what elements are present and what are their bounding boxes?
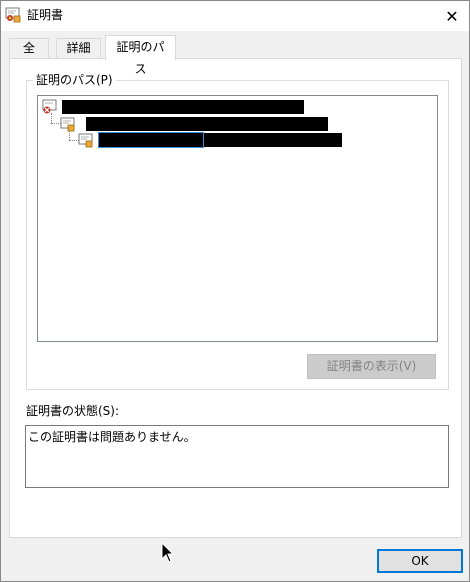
close-icon: ✕ — [445, 6, 459, 26]
tree-item-leaf[interactable] — [78, 132, 348, 148]
selection-highlight — [98, 132, 204, 148]
certificate-status-box[interactable]: この証明書は問題ありません。 — [25, 425, 449, 488]
window-title: 証明書 — [27, 8, 64, 22]
tab-certification-path[interactable]: 証明のパス — [105, 35, 176, 76]
certificate-dialog: 証明書 ✕ 全般 詳細 証明のパス 証明のパス(P) — [0, 0, 470, 582]
ok-button[interactable]: OK — [377, 549, 463, 573]
certificate-icon — [78, 132, 94, 148]
tab-general[interactable]: 全般 — [9, 38, 49, 74]
certificate-icon — [5, 7, 21, 23]
close-button[interactable]: ✕ — [435, 1, 469, 31]
certification-path-tree[interactable] — [37, 95, 438, 342]
tab-panel: 証明のパス(P) 証明書の表示(V) 証明書の状態(S): この証明書は問題あり… — [9, 58, 462, 538]
mouse-pointer-icon — [161, 541, 175, 564]
view-certificate-button[interactable]: 証明書の表示(V) — [307, 354, 436, 379]
certificate-status-text: この証明書は問題ありません。 — [28, 430, 196, 444]
redacted-name — [86, 117, 328, 131]
certificate-status-label: 証明書の状態(S): — [26, 404, 120, 418]
tab-details[interactable]: 詳細 — [56, 38, 101, 59]
certificate-icon — [60, 116, 76, 132]
tree-item-intermediate[interactable] — [60, 116, 330, 132]
title-bar: 証明書 ✕ — [1, 1, 469, 31]
redacted-name — [62, 100, 304, 114]
certification-path-label: 証明のパス(P) — [33, 72, 116, 88]
root-certificate-icon — [42, 99, 58, 115]
tree-item-root[interactable] — [42, 99, 312, 115]
certification-path-group: 証明のパス(P) 証明書の表示(V) — [26, 72, 449, 390]
